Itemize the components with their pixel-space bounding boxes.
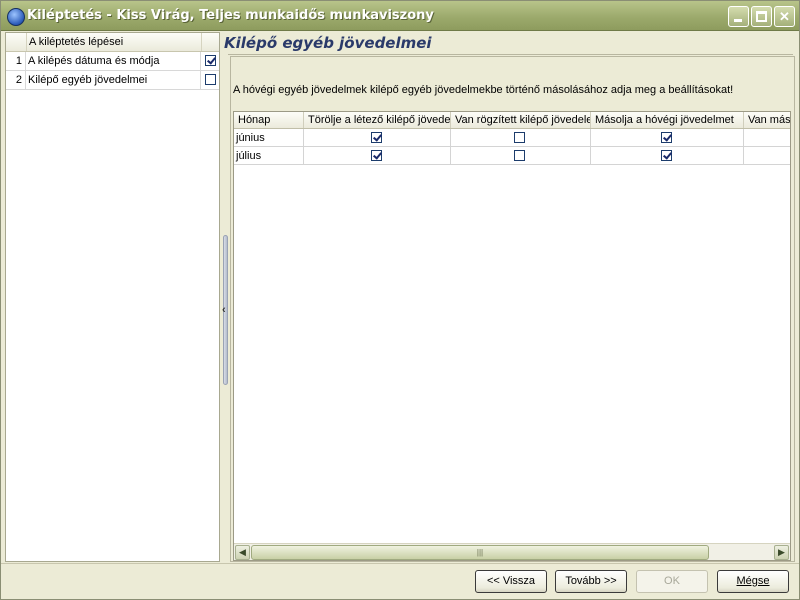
- scroll-left-icon: ◀: [239, 547, 246, 557]
- grip-icon: |||: [476, 548, 484, 557]
- step-label: Kilépő egyéb jövedelmei: [28, 74, 148, 86]
- back-button[interactable]: << Vissza: [475, 570, 547, 593]
- steps-panel: A kiléptetés lépései 1 A kilépés dátuma …: [5, 32, 220, 562]
- steps-header-check: [201, 33, 220, 51]
- panel-splitter[interactable]: ‹: [221, 32, 230, 562]
- table-row[interactable]: július: [234, 147, 790, 165]
- close-button[interactable]: ✕: [774, 6, 795, 27]
- step-number: 1: [6, 52, 26, 70]
- copy-checkbox[interactable]: [661, 132, 672, 143]
- step-done-checkbox: [205, 74, 216, 85]
- delete-checkbox[interactable]: [371, 132, 382, 143]
- cancel-button[interactable]: Mégse: [717, 570, 789, 593]
- month-cell: június: [234, 129, 304, 147]
- scroll-left-button[interactable]: ◀: [235, 545, 250, 560]
- step-row[interactable]: 2 Kilépő egyéb jövedelmei: [6, 71, 219, 90]
- copy-cell: [591, 129, 744, 147]
- window-title: Kiléptetés - Kiss Virág, Teljes munkaidő…: [27, 8, 434, 23]
- content-area: Kilépő egyéb jövedelmei A hóvégi egyéb j…: [224, 32, 795, 562]
- next-button[interactable]: Tovább >>: [555, 570, 627, 593]
- recorded-checkbox[interactable]: [514, 150, 525, 161]
- collapse-left-icon[interactable]: ‹: [222, 304, 226, 316]
- maximize-icon: [756, 11, 767, 22]
- month-cell: július: [234, 147, 304, 165]
- steps-header-num: [6, 33, 27, 51]
- title-divider: [228, 54, 793, 55]
- wizard-window: Kiléptetés - Kiss Virág, Teljes munkaidő…: [0, 0, 800, 600]
- scroll-thumb[interactable]: |||: [251, 545, 709, 560]
- column-header-has-copy[interactable]: Van máso: [744, 112, 790, 128]
- has-copy-cell: [744, 129, 790, 147]
- has-copy-cell: [744, 147, 790, 165]
- column-header-delete[interactable]: Törölje a létező kilépő jövede: [304, 112, 451, 128]
- recorded-cell: [451, 129, 591, 147]
- copy-checkbox[interactable]: [661, 150, 672, 161]
- minimize-button[interactable]: [728, 6, 749, 27]
- page-title: Kilépő egyéb jövedelmei: [224, 34, 432, 52]
- scroll-right-button[interactable]: ▶: [774, 545, 789, 560]
- steps-header-label: A kiléptetés lépései: [29, 36, 124, 48]
- income-grid: Hónap Törölje a létező kilépő jövede Van…: [233, 111, 791, 561]
- step-row[interactable]: 1 A kilépés dátuma és módja: [6, 52, 219, 71]
- step-status-cell: [200, 52, 220, 70]
- app-icon: [7, 8, 25, 26]
- close-icon: ✕: [779, 9, 790, 24]
- grid-header: Hónap Törölje a létező kilépő jövede Van…: [234, 112, 790, 129]
- delete-cell: [304, 147, 451, 165]
- step-done-checkbox: [205, 55, 216, 66]
- title-bar[interactable]: Kiléptetés - Kiss Virág, Teljes munkaidő…: [1, 1, 799, 31]
- maximize-button[interactable]: [751, 6, 772, 27]
- step-number: 2: [6, 71, 26, 89]
- recorded-cell: [451, 147, 591, 165]
- instructions-text: A hóvégi egyéb jövedelmek kilépő egyéb j…: [233, 84, 734, 96]
- scroll-right-icon: ▶: [778, 547, 785, 557]
- column-header-month[interactable]: Hónap: [234, 112, 304, 128]
- table-row[interactable]: június: [234, 129, 790, 147]
- button-bar: << Vissza Tovább >> OK Mégse: [1, 563, 799, 600]
- delete-checkbox[interactable]: [371, 150, 382, 161]
- step-label: A kilépés dátuma és módja: [28, 55, 160, 67]
- cancel-label: Mégse: [736, 575, 770, 587]
- copy-cell: [591, 147, 744, 165]
- ok-button[interactable]: OK: [636, 570, 708, 593]
- minimize-icon: [734, 19, 742, 22]
- column-header-copy[interactable]: Másolja a hóvégi jövedelmet: [591, 112, 744, 128]
- steps-header: A kiléptetés lépései: [6, 33, 219, 52]
- horizontal-scrollbar[interactable]: ◀ ||| ▶: [234, 543, 790, 560]
- column-header-recorded[interactable]: Van rögzített kilépő jövedele: [451, 112, 591, 128]
- recorded-checkbox[interactable]: [514, 132, 525, 143]
- step-status-cell: [200, 71, 220, 89]
- delete-cell: [304, 129, 451, 147]
